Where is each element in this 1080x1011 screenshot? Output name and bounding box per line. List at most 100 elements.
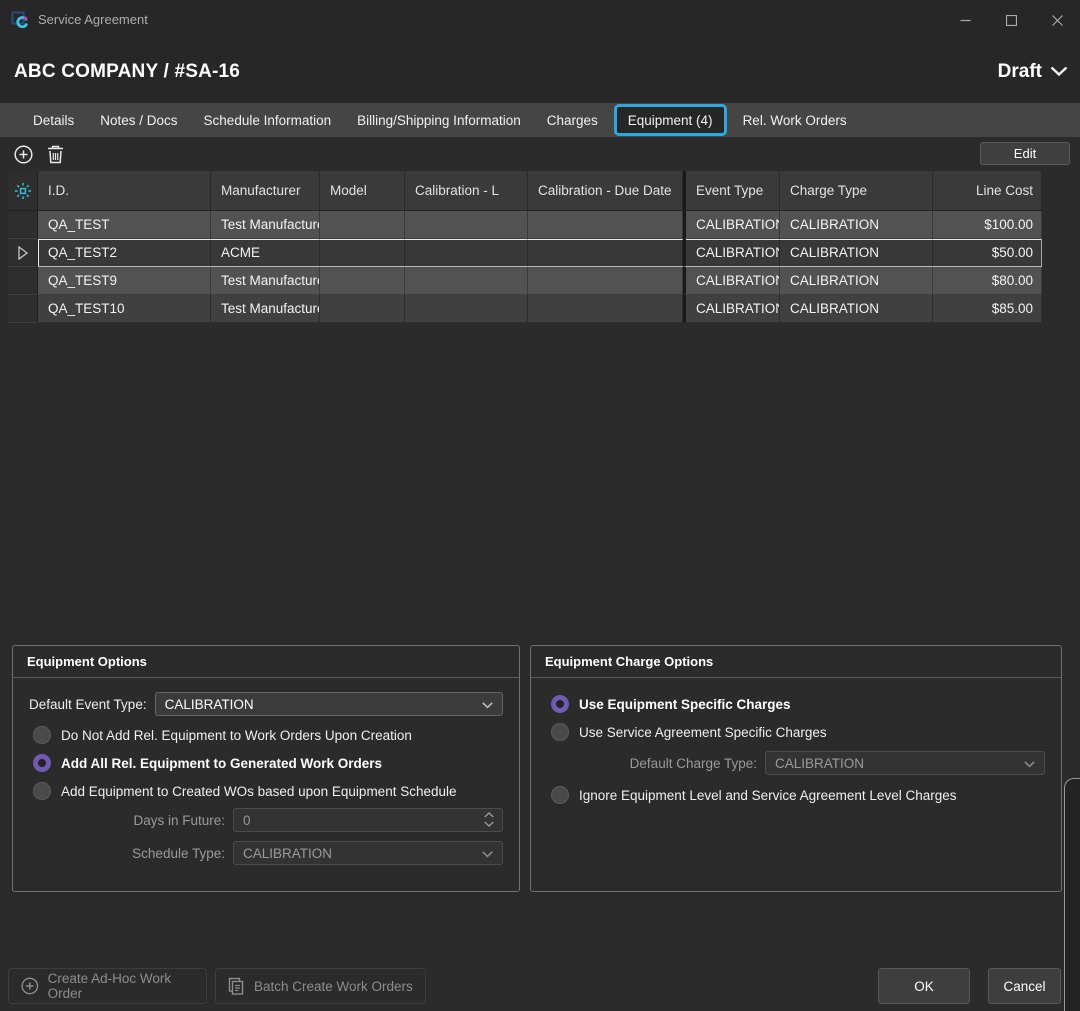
radio-label: Add All Rel. Equipment to Generated Work…	[61, 756, 382, 771]
table-row[interactable]: QA_TEST10Test ManufacturerCALIBRATIONCAL…	[8, 295, 1042, 323]
cell-manufacturer: Test Manufacturer	[211, 295, 320, 323]
create-adhoc-work-order-button[interactable]: Create Ad-Hoc Work Order	[8, 968, 207, 1004]
chevron-down-icon	[482, 702, 493, 709]
tab-billing-shipping-information[interactable]: Billing/Shipping Information	[344, 103, 534, 137]
default-event-type-value: CALIBRATION	[165, 697, 254, 712]
equipment-options-panel: Equipment Options Default Event Type: CA…	[12, 645, 520, 892]
cell-id: QA_TEST9	[38, 267, 211, 295]
table-header-row: I.D.ManufacturerModelCalibration - LCali…	[8, 171, 1042, 211]
ok-button[interactable]: OK	[878, 968, 970, 1004]
table-row[interactable]: QA_TEST9Test ManufacturerCALIBRATIONCALI…	[8, 267, 1042, 295]
cell-calibration-last	[405, 239, 528, 267]
table-row[interactable]: QA_TESTTest ManufacturerCALIBRATIONCALIB…	[8, 211, 1042, 239]
radio-circle	[33, 726, 51, 744]
tab-charges[interactable]: Charges	[534, 103, 611, 137]
delete-equipment-button[interactable]	[45, 144, 65, 164]
radio-add-all-equipment[interactable]: Add All Rel. Equipment to Generated Work…	[33, 753, 503, 773]
cell-charge-type: CALIBRATION	[780, 211, 933, 239]
radio-circle	[33, 754, 51, 772]
maximize-icon	[1006, 15, 1017, 26]
row-selector-cell[interactable]	[8, 295, 38, 323]
equipment-toolbar: Edit	[0, 137, 1080, 171]
radio-label: Do Not Add Rel. Equipment to Work Orders…	[61, 728, 412, 743]
tab-notes-docs[interactable]: Notes / Docs	[87, 103, 190, 137]
cell-line-cost: $85.00	[933, 295, 1042, 323]
column-header-calibration-due-date[interactable]: Calibration - Due Date	[528, 171, 683, 210]
radio-label: Ignore Equipment Level and Service Agree…	[579, 788, 956, 803]
panel-title: Equipment Charge Options	[531, 646, 1061, 678]
column-header-manufacturer[interactable]: Manufacturer	[211, 171, 320, 210]
column-header-model[interactable]: Model	[320, 171, 405, 210]
tab-schedule-information[interactable]: Schedule Information	[191, 103, 345, 137]
close-button[interactable]	[1034, 0, 1080, 40]
cell-manufacturer: ACME	[211, 239, 320, 267]
batch-documents-icon	[228, 977, 245, 995]
stepper-down-icon	[484, 821, 494, 827]
radio-ignore-charges[interactable]: Ignore Equipment Level and Service Agree…	[551, 785, 1045, 805]
schedule-type-label: Schedule Type:	[119, 846, 225, 861]
cell-calibration-due	[528, 267, 683, 295]
cell-manufacturer: Test Manufacturer	[211, 211, 320, 239]
default-event-type-select[interactable]: CALIBRATION	[155, 692, 503, 716]
cell-id: QA_TEST	[38, 211, 211, 239]
cell-model	[320, 295, 405, 323]
tab-details[interactable]: Details	[20, 103, 87, 137]
cell-id: QA_TEST2	[38, 239, 211, 267]
tab-rel-work-orders[interactable]: Rel. Work Orders	[730, 103, 860, 137]
column-header-calibration-l[interactable]: Calibration - L	[405, 171, 528, 210]
document-header: ABC COMPANY / #SA-16 Draft	[0, 40, 1080, 103]
cell-line-cost: $80.00	[933, 267, 1042, 295]
page-title: ABC COMPANY / #SA-16	[14, 40, 240, 103]
column-chooser-button[interactable]	[8, 171, 38, 210]
status-dropdown[interactable]: Draft	[998, 40, 1068, 103]
titlebar: Service Agreement	[0, 0, 1080, 40]
column-header-line-cost[interactable]: Line Cost	[933, 171, 1042, 210]
column-header-event-type[interactable]: Event Type	[683, 171, 780, 210]
equipment-charge-options-panel: Equipment Charge Options Use Equipment S…	[530, 645, 1062, 892]
radio-circle	[551, 786, 569, 804]
equipment-table: I.D.ManufacturerModelCalibration - LCali…	[8, 171, 1042, 323]
radio-use-equipment-charges[interactable]: Use Equipment Specific Charges	[551, 694, 1045, 714]
cell-calibration-due	[528, 239, 683, 267]
cell-charge-type: CALIBRATION	[780, 295, 933, 323]
close-icon	[1052, 15, 1063, 26]
schedule-type-select[interactable]: CALIBRATION	[233, 841, 503, 865]
chevron-down-icon	[482, 851, 493, 858]
cell-event-type: CALIBRATION	[683, 295, 780, 323]
radio-circle	[551, 723, 569, 741]
tab-equipment-4[interactable]: Equipment (4)	[614, 104, 727, 136]
row-selector-cell[interactable]	[8, 267, 38, 295]
add-equipment-button[interactable]	[13, 144, 33, 164]
radio-use-agreement-charges[interactable]: Use Service Agreement Specific Charges	[551, 722, 1045, 742]
cancel-button[interactable]: Cancel	[988, 968, 1061, 1004]
edit-button[interactable]: Edit	[980, 142, 1070, 165]
current-row-arrow-icon	[18, 246, 28, 260]
radio-circle	[551, 695, 569, 713]
column-header-i-d[interactable]: I.D.	[38, 171, 211, 210]
radio-add-by-schedule[interactable]: Add Equipment to Created WOs based upon …	[33, 781, 503, 801]
minimize-icon	[960, 15, 971, 26]
maximize-button[interactable]	[988, 0, 1034, 40]
table-row[interactable]: QA_TEST2ACMECALIBRATIONCALIBRATION$50.00	[8, 239, 1042, 267]
trash-icon	[47, 145, 64, 164]
column-header-charge-type[interactable]: Charge Type	[780, 171, 933, 210]
minimize-button[interactable]	[942, 0, 988, 40]
circle-plus-icon	[21, 977, 39, 995]
radio-circle	[33, 782, 51, 800]
default-charge-type-label: Default Charge Type:	[607, 756, 757, 771]
cell-event-type: CALIBRATION	[683, 267, 780, 295]
cell-manufacturer: Test Manufacturer	[211, 267, 320, 295]
radio-label: Use Service Agreement Specific Charges	[579, 725, 827, 740]
days-in-future-value: 0	[243, 813, 251, 828]
row-selector-cell[interactable]	[8, 239, 38, 267]
row-selector-cell[interactable]	[8, 211, 38, 239]
cell-line-cost: $100.00	[933, 211, 1042, 239]
cell-calibration-due	[528, 211, 683, 239]
cell-charge-type: CALIBRATION	[780, 239, 933, 267]
cell-model	[320, 211, 405, 239]
batch-create-work-orders-button[interactable]: Batch Create Work Orders	[215, 968, 426, 1004]
default-event-type-label: Default Event Type:	[29, 697, 147, 712]
radio-do-not-add-equipment[interactable]: Do Not Add Rel. Equipment to Work Orders…	[33, 725, 503, 745]
days-in-future-stepper[interactable]: 0	[233, 808, 503, 832]
default-charge-type-select[interactable]: CALIBRATION	[765, 751, 1045, 775]
